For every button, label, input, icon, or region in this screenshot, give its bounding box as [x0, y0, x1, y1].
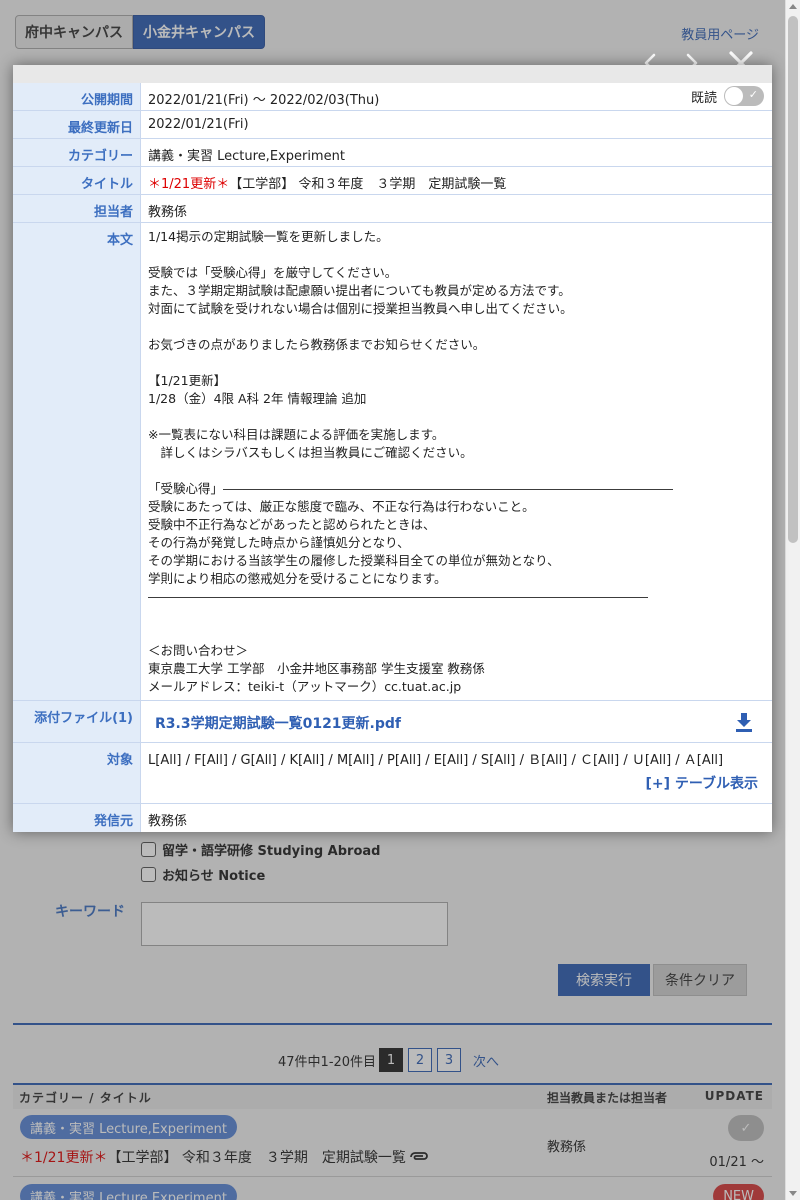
check-icon: ✓: [748, 88, 758, 101]
row-attachment: 添付ファイル(1) R3.3学期定期試験一覧0121更新.pdf: [13, 701, 772, 743]
scroll-up-arrow-icon[interactable]: [789, 4, 797, 9]
row-target: 対象 L[All] / F[All] / G[All] / K[All] / M…: [13, 743, 772, 804]
notice-detail-modal: 公開期間 2022/01/21(Fri) 〜 2022/02/03(Thu) 既…: [13, 83, 772, 832]
title-text: 【工学部】 令和３年度 ３学期 定期試験一覧: [229, 177, 507, 192]
row-period: 公開期間 2022/01/21(Fri) 〜 2022/02/03(Thu) 既…: [13, 83, 772, 111]
scroll-down-arrow-icon[interactable]: [789, 1191, 797, 1196]
value-sender: 教務係: [148, 814, 188, 829]
label-title: タイトル: [13, 167, 141, 194]
label-updated: 最終更新日: [13, 111, 141, 138]
attachment-link[interactable]: R3.3学期定期試験一覧0121更新.pdf: [155, 713, 401, 733]
label-person: 担当者: [13, 195, 141, 222]
download-icon[interactable]: [734, 711, 754, 733]
update-prefix: ＊1/21更新＊: [148, 177, 230, 192]
row-category: カテゴリー 講義・実習 Lecture,Experiment: [13, 139, 772, 167]
read-toggle[interactable]: 既読 ✓: [691, 86, 764, 106]
value-updated: 2022/01/21(Fri): [148, 117, 249, 132]
label-target: 対象: [13, 743, 141, 803]
row-person: 担当者 教務係: [13, 195, 772, 223]
value-person: 教務係: [148, 205, 188, 220]
label-body: 本文: [13, 223, 141, 700]
label-category: カテゴリー: [13, 139, 141, 166]
toggle-knob: [725, 87, 743, 105]
label-sender: 発信元: [13, 804, 141, 832]
scroll-thumb[interactable]: [788, 16, 798, 543]
value-body: 1/14掲示の定期試験一覧を更新しました。 受験では「受験心得」を厳守してくださ…: [148, 229, 674, 694]
table-toggle-link[interactable]: [+] テーブル表示: [645, 773, 758, 793]
row-updated: 最終更新日 2022/01/21(Fri): [13, 111, 772, 139]
row-sender: 発信元 教務係: [13, 804, 772, 832]
page-scrollbar[interactable]: [785, 0, 800, 1200]
read-toggle-switch[interactable]: ✓: [724, 86, 764, 106]
label-period: 公開期間: [13, 83, 141, 110]
label-attachment: 添付ファイル(1): [13, 701, 141, 742]
value-category: 講義・実習 Lecture,Experiment: [148, 149, 345, 164]
read-label: 既読: [690, 90, 717, 106]
value-title: ＊1/21更新＊【工学部】 令和３年度 ３学期 定期試験一覧: [148, 173, 506, 192]
value-target: L[All] / F[All] / G[All] / K[All] / M[Al…: [148, 753, 724, 768]
value-period: 2022/01/21(Fri) 〜 2022/02/03(Thu): [148, 93, 380, 108]
row-body: 本文 1/14掲示の定期試験一覧を更新しました。 受験では「受験心得」を厳守して…: [13, 223, 772, 701]
row-title: タイトル ＊1/21更新＊【工学部】 令和３年度 ３学期 定期試験一覧: [13, 167, 772, 195]
